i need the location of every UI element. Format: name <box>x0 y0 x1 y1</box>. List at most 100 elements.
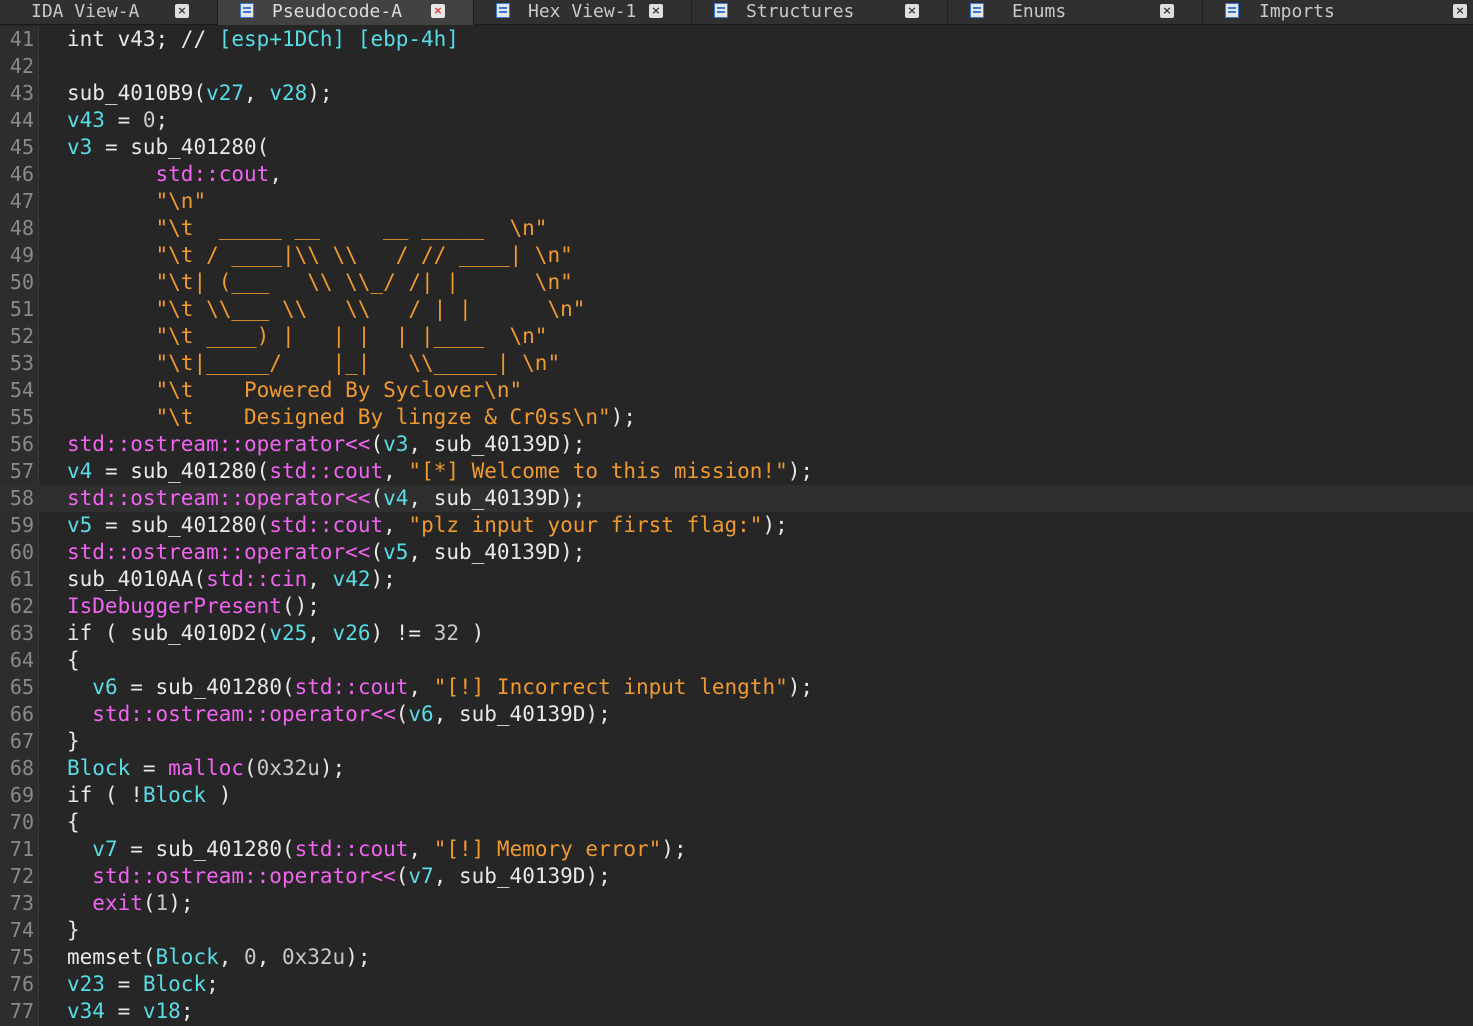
close-icon[interactable]: × <box>1453 4 1467 18</box>
line-number: 76 <box>9 972 34 996</box>
code-token: { <box>67 648 80 672</box>
line-number: 42 <box>9 54 34 78</box>
code-text: v23 = Block; <box>67 971 219 998</box>
code-line[interactable]: 59 v5 = sub_401280(std::cout, "plz input … <box>0 512 1473 539</box>
code-line[interactable]: 42 <box>0 53 1473 80</box>
code-line[interactable]: 69 if ( !Block ) <box>0 782 1473 809</box>
code-text: { <box>67 809 80 836</box>
code-token: "\t \\___ \\ \\ / | | \n" <box>155 297 586 321</box>
code-token: sub_401280 <box>155 675 282 699</box>
close-icon[interactable]: × <box>431 4 445 18</box>
tab-imports[interactable]: Imports × <box>1203 0 1473 25</box>
code-text: "\t ____) | | | | |____ \n" <box>67 323 548 350</box>
tab-ida-view-a[interactable]: IDA View-A × <box>0 0 218 25</box>
code-line[interactable]: 75 memset(Block, 0, 0x32u); <box>0 944 1473 971</box>
code-line[interactable]: 56 std::ostream::operator<<(v3, sub_40139… <box>0 431 1473 458</box>
code-line[interactable]: 70 { <box>0 809 1473 836</box>
code-line[interactable]: 55 "\t Designed By lingze & Cr0ss\n"); <box>0 404 1473 431</box>
code-token: v4 <box>67 459 93 483</box>
code-line[interactable]: 58 std::ostream::operator<<(v4, sub_40139… <box>0 485 1473 512</box>
code-text: std::ostream::operator<<(v4, sub_40139D)… <box>67 485 585 512</box>
code-token: exit <box>92 891 143 915</box>
code-text: } <box>67 917 80 944</box>
code-token: sub_40139D <box>433 432 561 456</box>
close-icon[interactable]: × <box>1160 4 1174 18</box>
code-token: = <box>104 999 143 1023</box>
pseudocode-editor[interactable]: 41 int v43; // [esp+1DCh] [ebp-4h] 42 43 sub… <box>0 26 1473 1026</box>
code-line[interactable]: 73 exit(1); <box>0 890 1473 917</box>
code-text: Block = malloc(0x32u); <box>67 755 345 782</box>
code-token: ); <box>370 567 396 591</box>
code-token: ; <box>206 972 219 996</box>
code-line[interactable]: 46 std::cout, <box>0 161 1473 188</box>
code-line[interactable]: 43 sub_4010B9(v27, v28); <box>0 80 1473 107</box>
code-line[interactable]: 67} <box>0 728 1473 755</box>
close-icon[interactable]: × <box>175 4 189 18</box>
code-line[interactable]: 49 "\t / ____|\\ \\ / // ____| \n" <box>0 242 1473 269</box>
code-token: = <box>104 108 143 132</box>
code-token: ( <box>256 621 270 645</box>
line-number: 53 <box>9 351 34 375</box>
code-token: ( <box>256 513 270 537</box>
code-line[interactable]: 66 std::ostream::operator<<(v6, sub_4013… <box>0 701 1473 728</box>
line-number: 72 <box>9 864 34 888</box>
code-line[interactable]: 53 "\t|_____/ |_| \\_____| \n" <box>0 350 1473 377</box>
code-line[interactable]: 45 v3 = sub_401280( <box>0 134 1473 161</box>
code-line[interactable]: 52 "\t ____) | | | | |____ \n" <box>0 323 1473 350</box>
line-number: 51 <box>9 297 34 321</box>
code-line[interactable]: 60 std::ostream::operator<<(v5, sub_40139… <box>0 539 1473 566</box>
code-token: std::cout <box>269 513 384 537</box>
code-token: v28 <box>269 81 308 105</box>
code-token: std::cout <box>294 837 409 861</box>
code-token: v3 <box>67 135 93 159</box>
code-line[interactable]: 51 "\t \\___ \\ \\ / | | \n" <box>0 296 1473 323</box>
code-token: std::ostream::operator<< <box>92 702 396 726</box>
code-line[interactable]: 64 { <box>0 647 1473 674</box>
code-token: v26 <box>332 621 371 645</box>
code-token: v7 <box>92 837 118 861</box>
code-line[interactable]: 65 v6 = sub_401280(std::cout, "[!] Incor… <box>0 674 1473 701</box>
code-token: ( <box>256 459 270 483</box>
code-token: = <box>117 837 156 861</box>
code-line[interactable]: 68 Block = malloc(0x32u); <box>0 755 1473 782</box>
code-line[interactable]: 41 int v43; // [esp+1DCh] [ebp-4h] <box>0 26 1473 53</box>
code-line[interactable]: 77 v34 = v18; <box>0 998 1473 1025</box>
code-token: ); <box>610 405 636 429</box>
code-line[interactable]: 63 if ( sub_4010D2(v25, v26) != 32 ) <box>0 620 1473 647</box>
code-line[interactable]: 74} <box>0 917 1473 944</box>
code-text: "\n" <box>67 188 207 215</box>
code-token: v3 <box>383 432 409 456</box>
code-line[interactable]: 71 v7 = sub_401280(std::cout, "[!] Memor… <box>0 836 1473 863</box>
code-line[interactable]: 61 sub_4010AA(std::cin, v42); <box>0 566 1473 593</box>
code-line[interactable]: 44 v43 = 0; <box>0 107 1473 134</box>
code-line[interactable]: 57 v4 = sub_401280(std::cout, "[*] Welcom… <box>0 458 1473 485</box>
code-text: if ( sub_4010D2(v25, v26) != 32 ) <box>67 620 484 647</box>
tab-enums[interactable]: Enums × <box>948 0 1203 25</box>
code-token: , <box>408 432 434 456</box>
code-line[interactable]: 47 "\n" <box>0 188 1473 215</box>
code-text: v6 = sub_401280(std::cout, "[!] Incorrec… <box>67 674 813 701</box>
code-token: 32 <box>433 621 459 645</box>
code-text: sub_4010B9(v27, v28); <box>67 80 333 107</box>
code-token: "\t / ____|\\ \\ / // ____| \n" <box>155 243 573 267</box>
code-text: { <box>67 647 80 674</box>
tab-pseudocode-a[interactable]: Pseudocode-A × <box>218 0 474 25</box>
tab-structures[interactable]: Structures × <box>692 0 948 25</box>
line-number: 45 <box>9 135 34 159</box>
code-token: ( <box>142 891 156 915</box>
code-line[interactable]: 62 IsDebuggerPresent(); <box>0 593 1473 620</box>
code-line[interactable]: 72 std::ostream::operator<<(v7, sub_4013… <box>0 863 1473 890</box>
close-icon[interactable]: × <box>649 4 663 18</box>
tab-label: Structures <box>746 1 855 22</box>
tab-hex-view-1[interactable]: Hex View-1 × <box>474 0 692 25</box>
code-line[interactable]: 50 "\t| (___ \\ \\_/ /| | \n" <box>0 269 1473 296</box>
code-line[interactable]: 54 "\t Powered By Syclover\n" <box>0 377 1473 404</box>
code-line[interactable]: 76 v23 = Block; <box>0 971 1473 998</box>
code-token: sub_401280 <box>130 459 257 483</box>
code-token: = <box>92 513 131 537</box>
close-icon[interactable]: × <box>905 4 919 18</box>
code-line[interactable]: 48 "\t _____ __ __ _____ \n" <box>0 215 1473 242</box>
